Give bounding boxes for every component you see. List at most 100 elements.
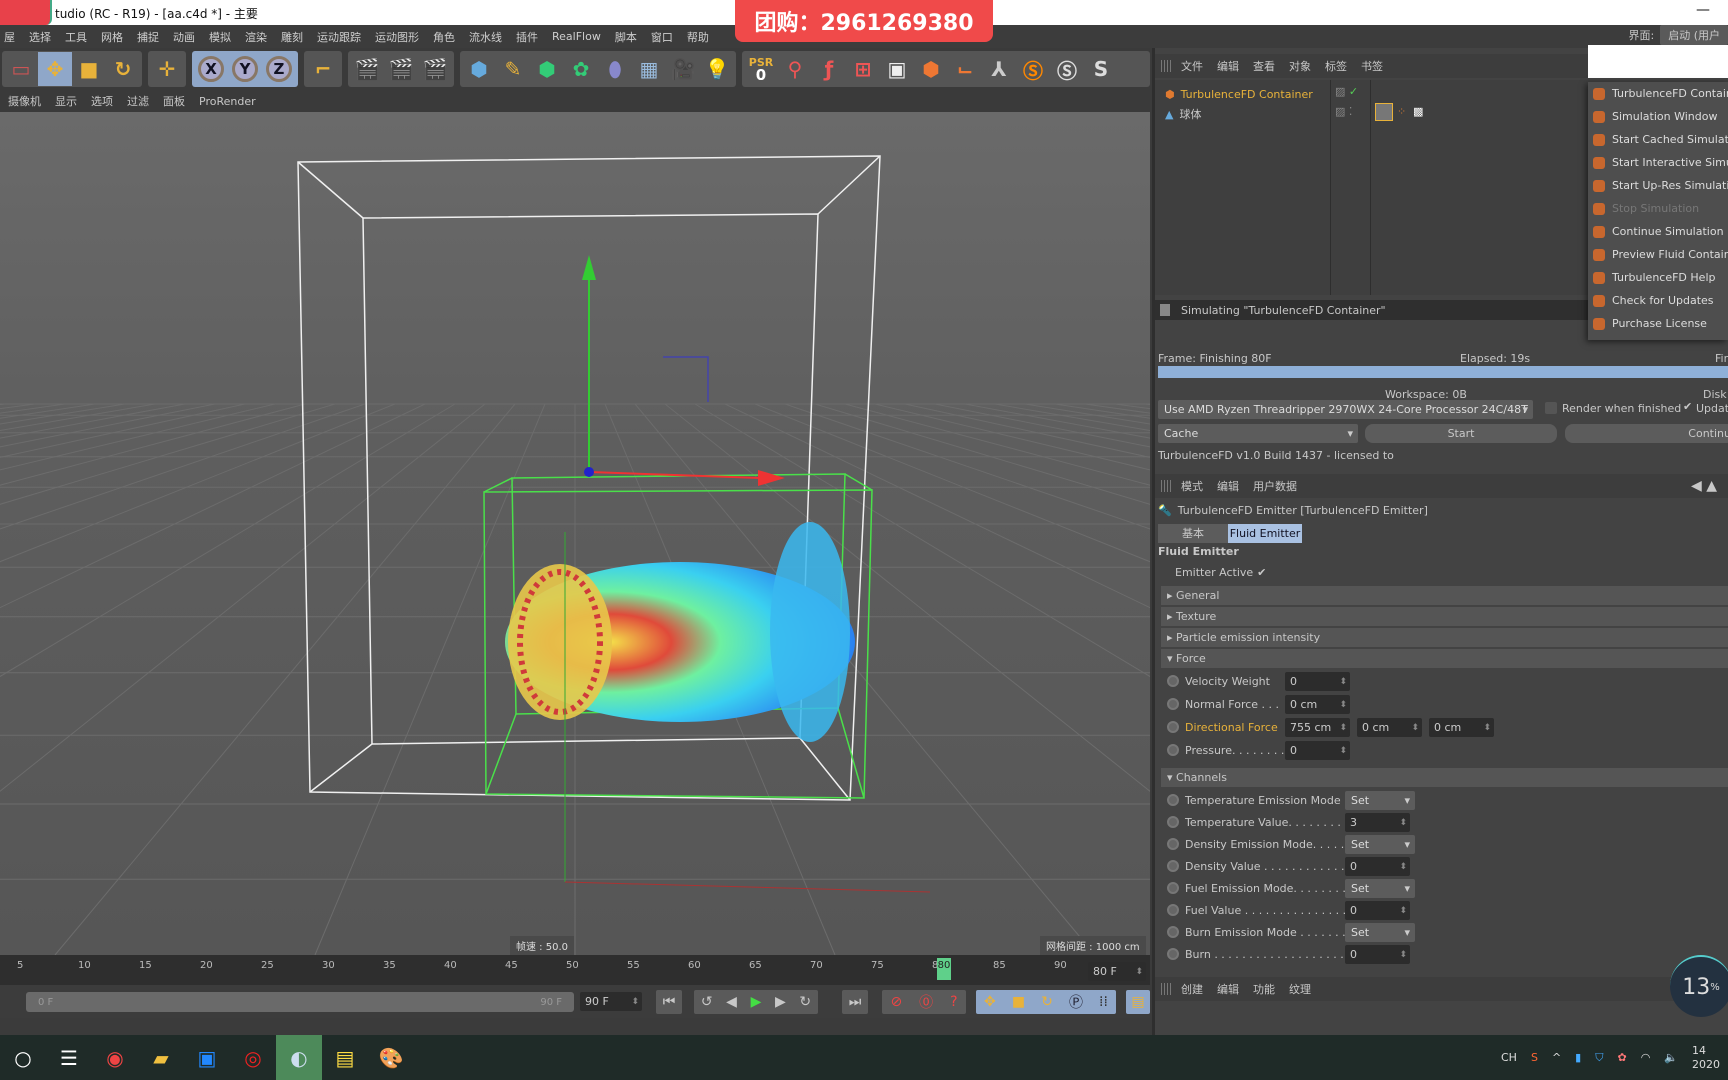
usb-icon[interactable]: ▮ [1575,1051,1581,1064]
render-when-finished-checkbox[interactable] [1545,402,1557,414]
viewport-menu-item[interactable]: 摄像机 [8,93,41,109]
panel-menu-item[interactable]: 书签 [1361,58,1383,74]
app-tray-icon[interactable]: ✿ [1617,1051,1626,1064]
key-param-icon[interactable]: Ⓟ [1069,992,1083,1012]
param-value-field[interactable]: 0 cm [1285,695,1350,714]
live-selection-icon[interactable]: ▭ [4,52,38,86]
animate-radio[interactable] [1167,838,1179,850]
mode-dropdown[interactable]: Set [1345,879,1415,898]
tfd-icon[interactable]: ⬢ [914,52,948,86]
menu-item[interactable]: 脚本 [615,29,637,45]
menu-item[interactable]: 雕刻 [281,29,303,45]
context-menu-item[interactable]: Simulation Window [1588,105,1728,128]
animate-radio[interactable] [1167,698,1179,710]
emitter-active-checkbox[interactable]: ✔ [1257,566,1266,579]
menu-item[interactable]: 捕捉 [137,29,159,45]
processor-dropdown[interactable]: Use AMD Ryzen Threadripper 2970WX 24-Cor… [1158,400,1533,419]
menu-item[interactable]: 帮助 [687,29,709,45]
frame-range-slider[interactable]: 0 F 90 F [26,992,574,1012]
current-frame-field[interactable]: 80 F [1088,962,1146,981]
key-position-icon[interactable]: ✥ [984,994,996,1010]
panel-menu-item[interactable]: 模式 [1181,478,1203,494]
context-menu-item[interactable]: Continue Simulation [1588,220,1728,243]
viewport-menu-item[interactable]: 过滤 [127,93,149,109]
panel-menu-item[interactable]: 查看 [1253,58,1275,74]
panel-menu-item[interactable]: 用户数据 [1253,478,1297,494]
animate-radio[interactable] [1167,904,1179,916]
notepad-icon[interactable]: ▤ [322,1035,368,1080]
layer-icon[interactable]: ▨ ✓ [1335,85,1358,98]
panel-menu-item[interactable]: 文件 [1181,58,1203,74]
key-pla-icon[interactable]: ⁞⁞ [1099,994,1108,1010]
tab-fluid-emitter[interactable]: Fluid Emitter [1228,524,1302,543]
panel-menu-item[interactable]: 标签 [1325,58,1347,74]
context-menu-item[interactable]: Purchase License [1588,312,1728,335]
menu-item[interactable]: 运动跟踪 [317,29,361,45]
menu-item[interactable]: 运动图形 [375,29,419,45]
s-plugin-icon[interactable]: Ⓢ [1016,52,1050,86]
floor-icon[interactable]: ▦ [632,52,666,86]
param-value-field[interactable]: 0 [1285,741,1350,760]
volume-icon[interactable]: 🔈 [1664,1051,1678,1064]
script-icon[interactable]: ▣ [880,52,914,86]
group-force[interactable]: ▾ Force [1161,649,1728,668]
menu-item[interactable]: 选择 [29,29,51,45]
chrome-icon[interactable]: ◉ [92,1035,138,1080]
start-button[interactable]: Start [1365,424,1557,443]
joint-icon[interactable]: ⌙ [948,52,982,86]
menu-item[interactable]: 角色 [433,29,455,45]
continue-button[interactable]: Continu [1565,424,1728,443]
go-to-start-button[interactable]: ⏮ [656,990,682,1014]
search-icon[interactable]: ⚲ [778,52,812,86]
emitter-tag-icon[interactable] [1375,103,1393,121]
next-key-icon[interactable]: ↻ [799,994,811,1010]
panel-menu-item[interactable]: 功能 [1253,981,1275,997]
animate-radio[interactable] [1167,926,1179,938]
minimize-button[interactable]: — [1696,2,1710,18]
next-frame-icon[interactable]: ▶ [775,994,786,1010]
animate-radio[interactable] [1167,794,1179,806]
animate-radio[interactable] [1167,882,1179,894]
update-checkbox[interactable]: ✔ [1683,400,1692,413]
animate-radio[interactable] [1167,948,1179,960]
animate-radio[interactable] [1167,860,1179,872]
security-icon[interactable]: ⛉ [1595,1051,1603,1065]
mode-dropdown[interactable]: Set [1345,791,1415,810]
viewport-menu-item[interactable]: 显示 [55,93,77,109]
render-view-icon[interactable]: 🎬 [350,52,384,86]
viewport-menu-item[interactable]: 面板 [163,93,185,109]
sogou-icon[interactable]: S [1531,1051,1538,1064]
panel-grip[interactable] [1161,60,1173,72]
paint-icon[interactable]: 🎨 [368,1035,414,1080]
param-value-field[interactable]: 755 cm [1285,718,1350,737]
wifi-icon[interactable]: ◠ [1641,1051,1651,1064]
light-icon[interactable]: 💡 [700,52,734,86]
netease-music-icon[interactable]: ◎ [230,1035,276,1080]
animate-radio[interactable] [1167,721,1179,733]
context-menu-item[interactable]: TurbulenceFD Container [1588,82,1728,105]
ik-icon[interactable]: ⅄ [982,52,1016,86]
rotate-tool-icon[interactable]: ↻ [106,52,140,86]
value-field[interactable]: 0 [1345,901,1410,920]
viewport-menu-item[interactable]: ProRender [199,95,256,108]
group-texture[interactable]: ▸ Texture [1161,607,1728,626]
record-icon[interactable]: ⊘ [890,994,902,1010]
xpresso-icon[interactable]: ƒ [812,52,846,86]
s-plugin-3-icon[interactable]: S [1084,52,1118,86]
cache-mode-dropdown[interactable]: Cache [1158,424,1358,443]
mode-dropdown[interactable]: Set [1345,923,1415,942]
panel-menu-item[interactable]: 编辑 [1217,58,1239,74]
group-general[interactable]: ▸ General [1161,586,1728,605]
nav-back-icon[interactable]: ◀ ▲ [1691,478,1717,494]
texture-tag-icon[interactable]: ▩ [1413,105,1423,118]
context-menu-item[interactable]: Preview Fluid Container [1588,243,1728,266]
panel-menu-item[interactable]: 编辑 [1217,478,1239,494]
cube-icon[interactable]: ⬢ [462,52,496,86]
object-item-sphere[interactable]: ▲ 球体 [1165,104,1201,124]
task-view-icon[interactable]: ☰ [46,1035,92,1080]
particle-tag-icon[interactable]: ⁘ [1397,105,1406,118]
mode-dropdown[interactable]: Set [1345,835,1415,854]
psr-icon[interactable]: PSR 0 [744,52,778,86]
animate-radio[interactable] [1167,744,1179,756]
menu-item[interactable]: 网格 [101,29,123,45]
